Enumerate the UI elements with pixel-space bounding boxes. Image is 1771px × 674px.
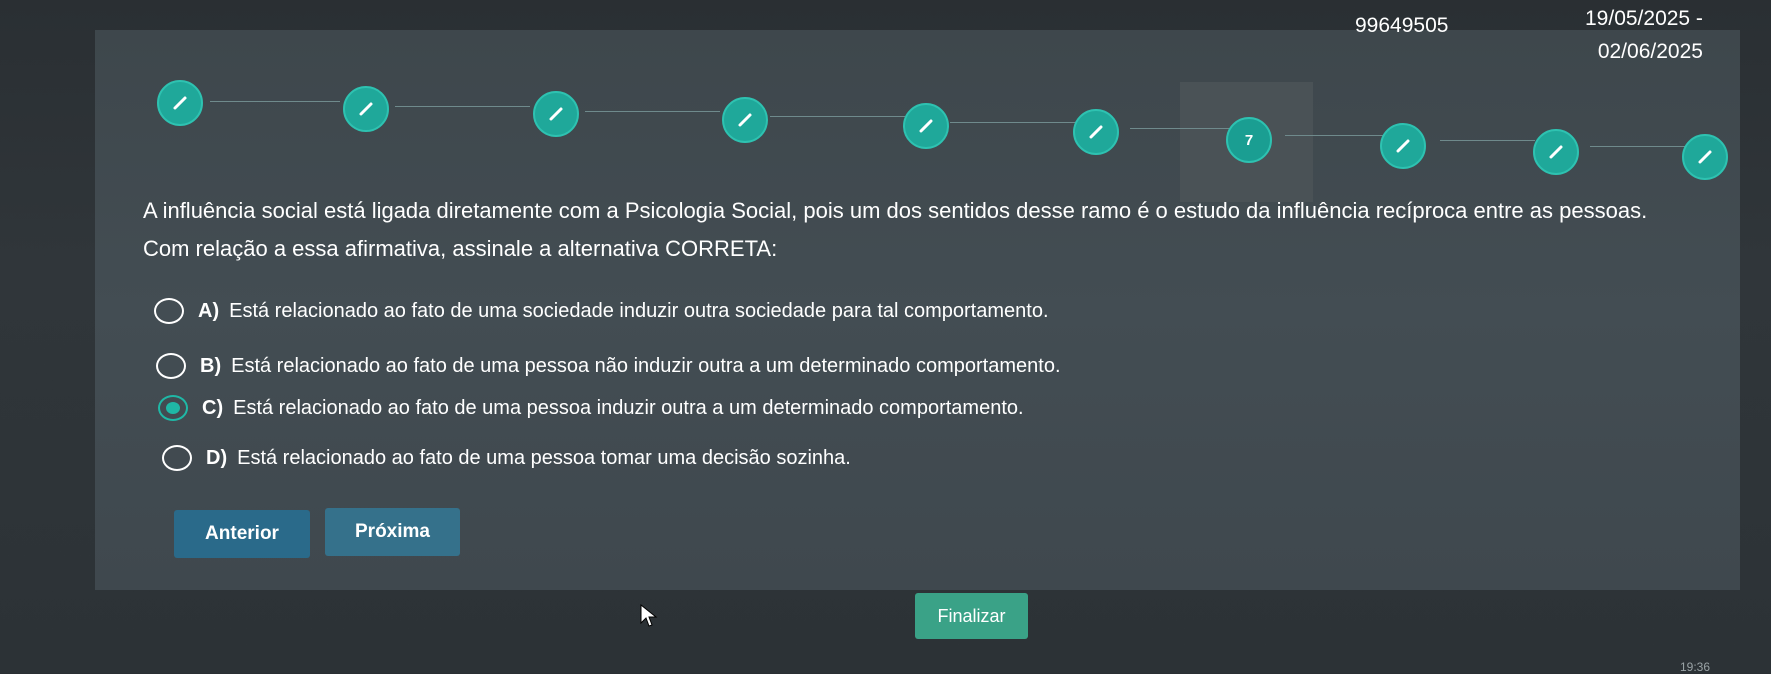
radio-d[interactable] xyxy=(162,445,192,471)
option-c[interactable]: C) Está relacionado ao fato de uma pesso… xyxy=(158,395,1024,421)
taskbar-clock: 19:36 xyxy=(1680,660,1711,674)
pencil-icon xyxy=(359,102,373,116)
option-d[interactable]: D) Está relacionado ao fato de uma pesso… xyxy=(162,445,851,471)
option-text: Está relacionado ao fato de uma pessoa i… xyxy=(233,396,1024,419)
option-text: Está relacionado ao fato de uma sociedad… xyxy=(229,299,1049,322)
finish-button[interactable]: Finalizar xyxy=(915,593,1028,639)
option-text: Está relacionado ao fato de uma pessoa t… xyxy=(237,446,851,469)
pencil-icon xyxy=(173,96,187,110)
option-letter: D) xyxy=(206,446,228,469)
pencil-icon xyxy=(919,119,933,133)
option-letter: A) xyxy=(198,299,220,322)
radio-b[interactable] xyxy=(156,353,186,379)
step-4[interactable] xyxy=(722,97,768,143)
step-number: 7 xyxy=(1244,131,1254,149)
exam-id: 99649505 xyxy=(1355,14,1449,37)
step-connector xyxy=(1130,128,1240,129)
step-connector xyxy=(1440,140,1535,141)
option-a[interactable]: A) Está relacionado ao fato de uma socie… xyxy=(154,298,1049,324)
option-text: Está relacionado ao fato de uma pessoa n… xyxy=(231,354,1061,377)
step-connector xyxy=(950,122,1080,123)
step-1[interactable] xyxy=(157,80,203,126)
question-text: A influência social está ligada diretame… xyxy=(143,198,1648,261)
option-letter: B) xyxy=(200,354,222,377)
date-start: 19/05/2025 - xyxy=(1585,7,1703,30)
date-end: 02/06/2025 xyxy=(1597,40,1703,63)
radio-a[interactable] xyxy=(154,298,184,324)
step-connector xyxy=(210,101,340,102)
previous-button[interactable]: Anterior xyxy=(174,510,310,558)
step-9[interactable] xyxy=(1533,129,1579,175)
pencil-icon xyxy=(549,107,563,121)
pencil-icon xyxy=(738,113,752,127)
pencil-icon xyxy=(1396,139,1410,153)
mouse-cursor-icon xyxy=(640,604,658,627)
step-2[interactable] xyxy=(343,86,389,132)
step-5[interactable] xyxy=(903,103,949,149)
step-connector xyxy=(1590,146,1685,147)
step-7-current[interactable]: 7 xyxy=(1226,117,1272,163)
pencil-icon xyxy=(1089,125,1103,139)
radio-c-selected[interactable] xyxy=(158,395,188,421)
pencil-icon xyxy=(1698,150,1712,164)
step-8[interactable] xyxy=(1380,123,1426,169)
step-connector xyxy=(395,106,530,107)
step-10[interactable] xyxy=(1682,134,1728,180)
option-b[interactable]: B) Está relacionado ao fato de uma pesso… xyxy=(156,353,1061,379)
pencil-icon xyxy=(1549,145,1563,159)
next-button[interactable]: Próxima xyxy=(325,508,460,556)
step-3[interactable] xyxy=(533,91,579,137)
step-connector xyxy=(585,111,720,112)
step-connector xyxy=(1285,135,1385,136)
option-letter: C) xyxy=(202,396,224,419)
step-6[interactable] xyxy=(1073,109,1119,155)
exam-date-range: 19/05/2025 - 02/06/2025 xyxy=(1585,2,1703,68)
step-connector xyxy=(770,116,905,117)
